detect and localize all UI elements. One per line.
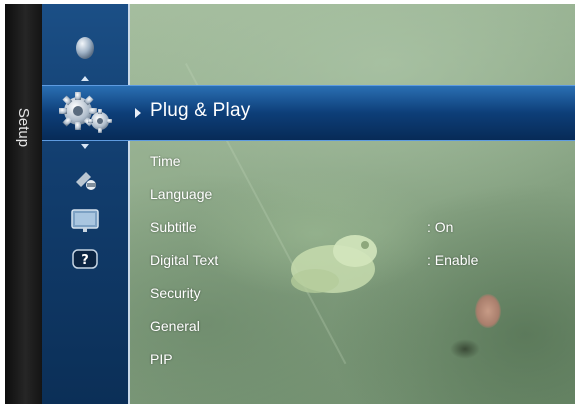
menu-item-time[interactable]: Time [150,144,570,177]
menu-item-pip[interactable]: PIP [150,342,570,375]
setup-menu-list: Time Language Subtitle : On Digital Text… [150,144,570,375]
satellite-icon[interactable] [42,164,128,196]
scroll-down-arrow-icon[interactable] [42,142,128,150]
menu-item-general[interactable]: General [150,309,570,342]
menu-item-label: Subtitle [150,218,197,235]
tv-screen-icon[interactable] [42,204,128,238]
category-icon-column: ? [42,4,130,404]
menu-item-label: Language [150,185,213,202]
scroll-up-arrow-icon[interactable] [42,74,128,82]
setup-tab-label: Setup [15,107,33,147]
menu-item-label: General [150,317,200,334]
menu-item-label: Time [150,152,181,169]
menu-item-label: Security [150,284,201,301]
svg-text:?: ? [81,253,89,268]
gear-icon [59,92,112,133]
menu-item-label: PIP [150,350,173,367]
help-icon[interactable]: ? [42,244,128,276]
menu-item-label: Digital Text [150,251,219,268]
tv-menu-screen: Setup ? Plug & Play Time Language Subtit… [5,4,575,404]
menu-item-subtitle[interactable]: Subtitle : On [150,210,570,243]
setup-side-tab: Setup [5,4,42,404]
menu-item-security[interactable]: Security [150,276,570,309]
menu-item-value: : On [427,218,454,235]
plug-and-play-label: Plug & Play [150,100,251,121]
setup-tab-label-wrap: Setup [7,92,41,162]
selection-caret-icon [135,108,141,118]
menu-item-digital-text[interactable]: Digital Text : Enable [150,243,570,276]
menu-item-value: : Enable [427,251,479,268]
selected-menu-item[interactable]: Plug & Play [42,85,575,141]
globe-icon[interactable] [42,30,128,66]
menu-item-language[interactable]: Language [150,177,570,210]
